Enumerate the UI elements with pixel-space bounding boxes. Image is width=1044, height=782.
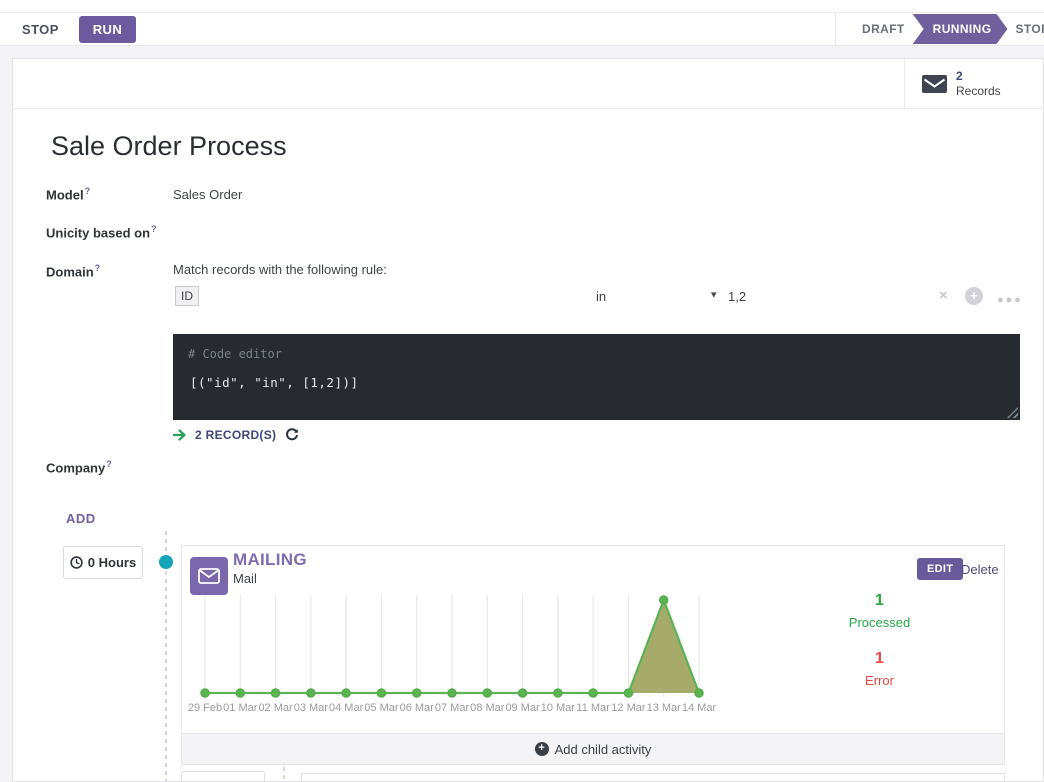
svg-text:02 Mar: 02 Mar — [258, 702, 293, 714]
activity-stats: 1 Processed 1 Error — [827, 592, 932, 688]
envelope-icon — [922, 75, 947, 93]
activity-name[interactable]: MAILING — [233, 550, 307, 570]
envelope-icon — [198, 568, 220, 584]
add-activity-button[interactable]: ADD — [66, 511, 96, 526]
activity-chart: 29 Feb01 Mar02 Mar03 Mar04 Mar05 Mar06 M… — [196, 590, 716, 722]
svg-text:11 Mar: 11 Mar — [576, 702, 610, 714]
rule-operator-select[interactable]: in — [596, 289, 606, 304]
resize-handle[interactable] — [1007, 407, 1018, 418]
clock-icon — [70, 556, 83, 569]
top-toolbar: STOP RUN DRAFT RUNNING STOPPED — [0, 12, 1044, 46]
unicity-field-label: Unicity based on? — [46, 224, 157, 240]
records-stat-text: 2 Records — [956, 69, 1001, 99]
rule-value-input[interactable]: 1,2 — [728, 289, 746, 304]
svg-text:14 Mar: 14 Mar — [682, 702, 717, 714]
svg-text:10 Mar: 10 Mar — [541, 702, 576, 714]
status-pipeline: DRAFT RUNNING STOPPED — [835, 13, 1044, 45]
form-sheet: 2 Records Sale Order Process Model? Sale… — [12, 58, 1044, 782]
svg-text:03 Mar: 03 Mar — [294, 702, 329, 714]
child-activity-card — [301, 773, 1005, 782]
trigger-delay-label: 0 Hours — [88, 555, 136, 570]
rule-field-tag[interactable]: ID — [175, 286, 199, 306]
refresh-icon[interactable] — [285, 428, 299, 442]
model-help-icon: ? — [85, 186, 91, 196]
svg-text:13 Mar: 13 Mar — [647, 702, 682, 714]
svg-text:09 Mar: 09 Mar — [505, 702, 540, 714]
child-flow-connector-line — [283, 767, 285, 781]
model-field-value[interactable]: Sales Order — [173, 187, 242, 202]
error-count: 1 — [827, 650, 932, 668]
matched-records-row: 2 RECORD(S) — [173, 428, 299, 442]
svg-text:29 Feb: 29 Feb — [188, 702, 222, 714]
svg-text:06 Mar: 06 Mar — [400, 702, 435, 714]
child-trigger-delay-button[interactable] — [181, 771, 265, 782]
svg-text:08 Mar: 08 Mar — [470, 702, 505, 714]
activity-type: Mail — [233, 571, 257, 586]
edit-button[interactable]: EDIT — [917, 558, 963, 580]
processed-label: Processed — [827, 615, 932, 630]
domain-field-label: Domain? — [46, 263, 100, 279]
code-editor-comment: # Code editor — [188, 347, 282, 361]
flow-node-dot — [159, 555, 173, 569]
add-child-activity-button[interactable]: + Add child activity — [182, 733, 1004, 764]
matched-records-link[interactable]: 2 RECORD(S) — [195, 428, 276, 442]
model-field-label: Model? — [46, 186, 90, 202]
status-draft[interactable]: DRAFT — [862, 22, 905, 36]
add-child-activity-label: Add child activity — [555, 742, 652, 757]
svg-text:05 Mar: 05 Mar — [364, 702, 399, 714]
svg-text:07 Mar: 07 Mar — [435, 702, 470, 714]
status-running[interactable]: RUNNING — [913, 14, 1008, 44]
records-stat-button[interactable]: 2 Records — [904, 59, 1043, 109]
company-help-icon: ? — [106, 459, 112, 469]
status-stopped[interactable]: STOPPED — [1015, 22, 1044, 36]
chevron-down-icon[interactable]: ▾ — [711, 288, 717, 301]
activity-chart-container: 29 Feb01 Mar02 Mar03 Mar04 Mar05 Mar06 M… — [196, 590, 716, 722]
svg-text:01 Mar: 01 Mar — [223, 702, 258, 714]
domain-help-icon: ? — [95, 263, 101, 273]
button-box: 2 Records — [13, 59, 1043, 109]
domain-intro-text: Match records with the following rule: — [173, 262, 387, 277]
records-count: 2 — [956, 69, 1001, 84]
delete-link[interactable]: Delete — [961, 562, 999, 577]
svg-text:04 Mar: 04 Mar — [329, 702, 364, 714]
svg-text:12 Mar: 12 Mar — [611, 702, 646, 714]
trigger-delay-button[interactable]: 0 Hours — [63, 546, 143, 579]
company-field-label: Company? — [46, 459, 112, 475]
add-branch-icon[interactable]: ●●● — [997, 294, 1023, 306]
unicity-help-icon: ? — [151, 224, 157, 234]
plus-circle-icon: + — [535, 742, 549, 756]
domain-rule-row: ID in ▾ 1,2 × + ●●● — [13, 286, 1043, 310]
page-title[interactable]: Sale Order Process — [51, 131, 287, 162]
marketing-automation-page: STOP RUN DRAFT RUNNING STOPPED 2 Records… — [0, 0, 1044, 782]
records-label: Records — [956, 84, 1001, 99]
error-label: Error — [827, 673, 932, 688]
code-editor-content: [("id", "in", [1,2])] — [190, 375, 359, 390]
delete-rule-icon[interactable]: × — [939, 287, 948, 304]
domain-code-editor[interactable]: # Code editor [("id", "in", [1,2])] — [173, 334, 1020, 420]
activity-card: MAILING Mail EDIT Delete 29 Feb01 Mar02 … — [181, 545, 1005, 765]
add-rule-icon[interactable]: + — [965, 287, 983, 305]
run-button[interactable]: RUN — [79, 16, 136, 43]
stop-button[interactable]: STOP — [22, 22, 59, 37]
arrow-right-icon — [173, 429, 186, 441]
processed-count: 1 — [827, 592, 932, 610]
